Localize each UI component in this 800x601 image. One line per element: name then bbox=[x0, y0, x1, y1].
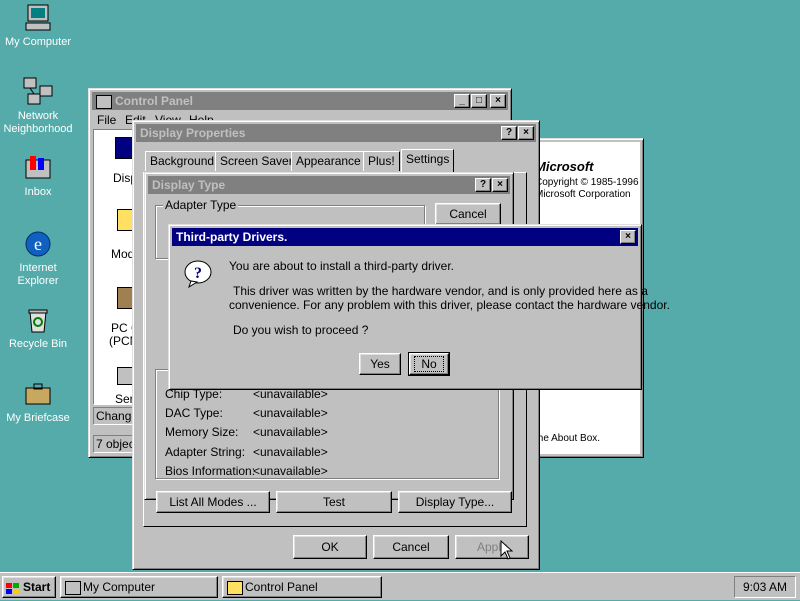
tab-settings[interactable]: Settings bbox=[401, 149, 455, 173]
window-title: Control Panel bbox=[115, 94, 194, 108]
task-label: Control Panel bbox=[245, 580, 318, 594]
dialog-line-2: This driver was written by the hardware … bbox=[233, 284, 648, 298]
maximize-button[interactable]: □ bbox=[471, 94, 487, 108]
adapter-type-label: Adapter Type bbox=[163, 198, 239, 212]
tab-screen-saver[interactable]: Screen Saver bbox=[215, 151, 298, 171]
taskbar: Start My Computer Control Panel 9:03 AM bbox=[0, 572, 800, 600]
desktop-icon-label: Recycle Bin bbox=[8, 338, 68, 350]
control-panel-titlebar[interactable]: Control Panel _ □ × bbox=[92, 92, 508, 110]
tab-strip: Background Screen Saver Appearance Plus!… bbox=[143, 149, 533, 173]
cancel-button[interactable]: Cancel bbox=[373, 535, 449, 559]
apply-button[interactable]: Apply bbox=[455, 535, 529, 559]
display-type-cancel-button[interactable]: Cancel bbox=[435, 203, 501, 225]
clock[interactable]: 9:03 AM bbox=[734, 576, 796, 598]
dialog-titlebar[interactable]: Third-party Drivers. × bbox=[172, 228, 638, 246]
svg-text:e: e bbox=[34, 234, 42, 254]
desktop-icon-my-briefcase[interactable]: My Briefcase bbox=[0, 378, 76, 425]
display-properties-titlebar[interactable]: Display Properties ? × bbox=[136, 124, 536, 142]
dialog-title: Third-party Drivers. bbox=[176, 230, 288, 244]
no-button-label: No bbox=[414, 356, 444, 372]
desktop-icon-label: Inbox bbox=[24, 186, 52, 198]
dialog-question: Do you wish to proceed ? bbox=[233, 323, 369, 337]
item-modems[interactable]: Mod bbox=[111, 247, 134, 261]
mouse-pointer-icon bbox=[500, 539, 514, 560]
tab-background[interactable]: Background bbox=[145, 151, 220, 171]
yes-button[interactable]: Yes bbox=[359, 353, 401, 375]
inbox-icon bbox=[22, 152, 54, 184]
computer-icon bbox=[22, 2, 54, 34]
desktop-icon-label: My Computer bbox=[4, 36, 72, 48]
desktop-icon-label: Internet Explorer bbox=[17, 262, 59, 287]
desktop-icon-label: Network Neighborhood bbox=[3, 110, 73, 135]
task-control-panel[interactable]: Control Panel bbox=[222, 576, 382, 598]
help-button[interactable]: ? bbox=[501, 126, 517, 140]
adapter-string-label: Adapter String: bbox=[165, 445, 246, 459]
test-button[interactable]: Test bbox=[276, 491, 392, 513]
corp-text: Microsoft Corporation bbox=[535, 189, 631, 200]
svg-text:?: ? bbox=[194, 265, 202, 282]
desktop-icon-recycle-bin[interactable]: Recycle Bin bbox=[0, 304, 76, 351]
adapter-string-value: <unavailable> bbox=[253, 445, 328, 459]
recycle-bin-icon bbox=[22, 304, 54, 336]
copyright-text: Copyright © 1985-1996 bbox=[535, 177, 639, 188]
dac-type-label: DAC Type: bbox=[165, 406, 223, 420]
dialog-line-1: You are about to install a third-party d… bbox=[229, 259, 455, 273]
display-type-titlebar[interactable]: Display Type ? × bbox=[148, 176, 510, 194]
ie-icon: e bbox=[22, 228, 54, 260]
window-title: Display Properties bbox=[140, 126, 246, 140]
computer-icon bbox=[65, 581, 81, 595]
list-all-modes-button[interactable]: List All Modes ... bbox=[156, 491, 270, 513]
start-button[interactable]: Start bbox=[2, 576, 56, 598]
close-button[interactable]: × bbox=[492, 178, 508, 192]
display-type-button[interactable]: Display Type... bbox=[398, 491, 512, 513]
task-my-computer[interactable]: My Computer bbox=[60, 576, 218, 598]
close-button[interactable]: × bbox=[518, 126, 534, 140]
microsoft-brand: Microsoft bbox=[535, 159, 594, 174]
briefcase-icon bbox=[22, 378, 54, 410]
tab-plus[interactable]: Plus! bbox=[363, 151, 400, 171]
desktop-icon-internet-explorer[interactable]: e Internet Explorer bbox=[0, 228, 76, 288]
desktop-icon-my-computer[interactable]: My Computer bbox=[0, 2, 76, 49]
dac-type-value: <unavailable> bbox=[253, 406, 328, 420]
bios-information-value: <unavailable> bbox=[253, 464, 328, 478]
minimize-button[interactable]: _ bbox=[454, 94, 470, 108]
task-label: My Computer bbox=[83, 580, 156, 594]
memory-size-value: <unavailable> bbox=[253, 425, 328, 439]
bios-information-label: Bios Information: bbox=[165, 464, 256, 478]
close-button[interactable]: × bbox=[490, 94, 506, 108]
memory-size-label: Memory Size: bbox=[165, 425, 239, 439]
windows-logo-icon bbox=[6, 581, 20, 594]
menu-file[interactable]: File bbox=[97, 113, 116, 127]
about-box-text: the About Box. bbox=[535, 433, 601, 444]
desktop-icon-label: My Briefcase bbox=[6, 412, 70, 424]
help-button[interactable]: ? bbox=[475, 178, 491, 192]
no-button[interactable]: No bbox=[408, 352, 450, 376]
item-services[interactable]: Ser bbox=[115, 392, 134, 406]
tab-appearance[interactable]: Appearance bbox=[291, 151, 366, 171]
third-party-drivers-dialog[interactable]: Third-party Drivers. × ? You are about t… bbox=[168, 224, 670, 390]
ok-button[interactable]: OK bbox=[293, 535, 367, 559]
desktop-icon-network-neighborhood[interactable]: Network Neighborhood bbox=[0, 76, 76, 136]
start-label: Start bbox=[23, 580, 51, 594]
question-icon: ? bbox=[183, 259, 213, 289]
desktop-icon-inbox[interactable]: Inbox bbox=[0, 152, 76, 199]
control-panel-icon bbox=[227, 581, 243, 595]
network-icon bbox=[22, 76, 54, 108]
control-panel-icon bbox=[96, 94, 112, 109]
close-button[interactable]: × bbox=[620, 230, 636, 244]
window-title: Display Type bbox=[152, 178, 226, 192]
dialog-line-3: convenience. For any problem with this d… bbox=[229, 298, 670, 312]
